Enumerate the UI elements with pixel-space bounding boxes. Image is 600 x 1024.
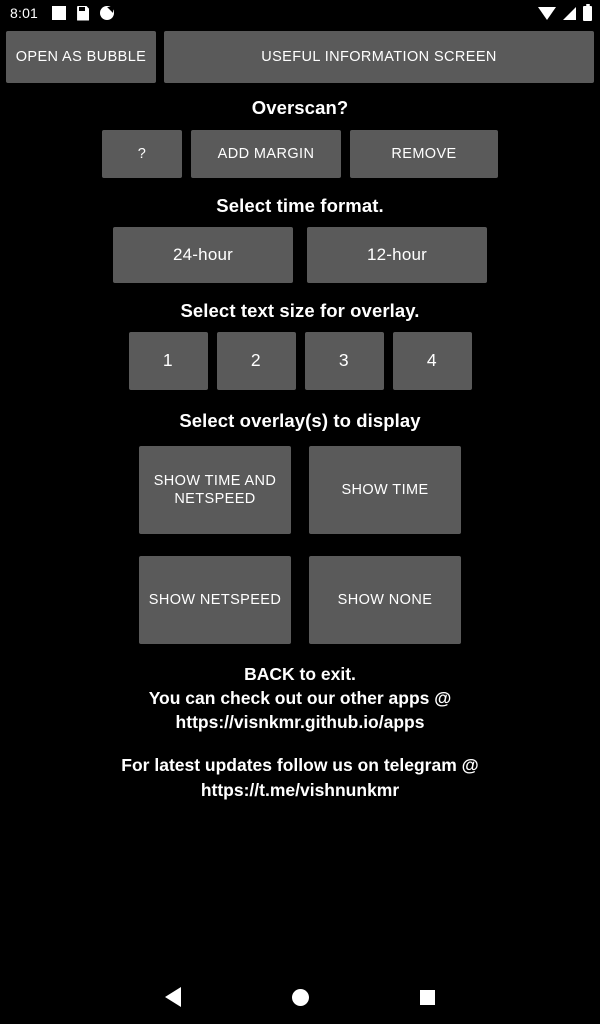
overscan-help-button[interactable]: ?	[102, 130, 182, 178]
show-time-button[interactable]: SHOW TIME	[309, 446, 461, 534]
time-format-button-row: 24-hour 12-hour	[113, 227, 487, 283]
footer-spacer	[121, 734, 478, 753]
footer-text-block: BACK to exit. You can check out our othe…	[101, 662, 498, 802]
other-apps-url: https://visnkmr.github.io/apps	[175, 712, 425, 733]
overscan-add-margin-button[interactable]: ADD MARGIN	[191, 130, 341, 178]
show-time-and-netspeed-button[interactable]: SHOW TIME AND NETSPEED	[139, 446, 291, 534]
overlay-button-row-2: SHOW NETSPEED SHOW NONE	[139, 556, 461, 644]
time-format-24-hour-button[interactable]: 24-hour	[113, 227, 293, 283]
top-button-bar: OPEN AS BUBBLE USEFUL INFORMATION SCREEN	[0, 26, 600, 83]
time-format-title: Select time format.	[216, 195, 384, 216]
status-bar-clock: 8:01	[10, 5, 39, 21]
text-size-option-2-button[interactable]: 2	[216, 332, 296, 390]
status-bar: 8:01	[0, 0, 600, 26]
navigation-bar	[0, 970, 600, 1024]
text-size-button-row: 1 2 3 4	[128, 332, 472, 390]
settings-content: Overscan? ? ADD MARGIN REMOVE Select tim…	[0, 83, 600, 802]
wifi-icon	[538, 6, 556, 20]
show-none-button[interactable]: SHOW NONE	[309, 556, 461, 644]
overscan-button-row: ? ADD MARGIN REMOVE	[102, 130, 498, 178]
text-size-option-4-button[interactable]: 4	[392, 332, 472, 390]
back-icon[interactable]	[165, 987, 182, 1007]
show-netspeed-button[interactable]: SHOW NETSPEED	[139, 556, 291, 644]
overlay-selection-title: Select overlay(s) to display	[179, 410, 421, 431]
status-bar-notification-icons	[52, 5, 538, 21]
text-size-option-1-button[interactable]: 1	[128, 332, 208, 390]
status-bar-system-icons	[538, 3, 592, 21]
useful-information-screen-button[interactable]: USEFUL INFORMATION SCREEN	[164, 31, 594, 83]
overscan-title: Overscan?	[251, 97, 349, 118]
other-apps-text: You can check out our other apps @	[148, 688, 452, 709]
time-format-12-hour-button[interactable]: 12-hour	[307, 227, 487, 283]
overlay-button-row-1: SHOW TIME AND NETSPEED SHOW TIME	[139, 446, 461, 534]
square-icon	[52, 6, 67, 20]
telegram-url: https://t.me/vishnunkmr	[200, 779, 400, 800]
home-icon[interactable]	[291, 988, 309, 1006]
telegram-text: For latest updates follow us on telegram…	[121, 755, 479, 776]
battery-icon	[583, 3, 592, 21]
back-to-exit-text: BACK to exit.	[244, 664, 356, 684]
overscan-remove-button[interactable]: REMOVE	[350, 130, 498, 178]
text-size-option-3-button[interactable]: 3	[304, 332, 384, 390]
pie-icon	[100, 6, 115, 20]
text-size-title: Select text size for overlay.	[180, 300, 420, 321]
signal-icon	[563, 6, 576, 20]
recents-icon[interactable]	[419, 989, 435, 1005]
open-as-bubble-button[interactable]: OPEN AS BUBBLE	[6, 31, 156, 83]
save-icon	[77, 5, 90, 21]
